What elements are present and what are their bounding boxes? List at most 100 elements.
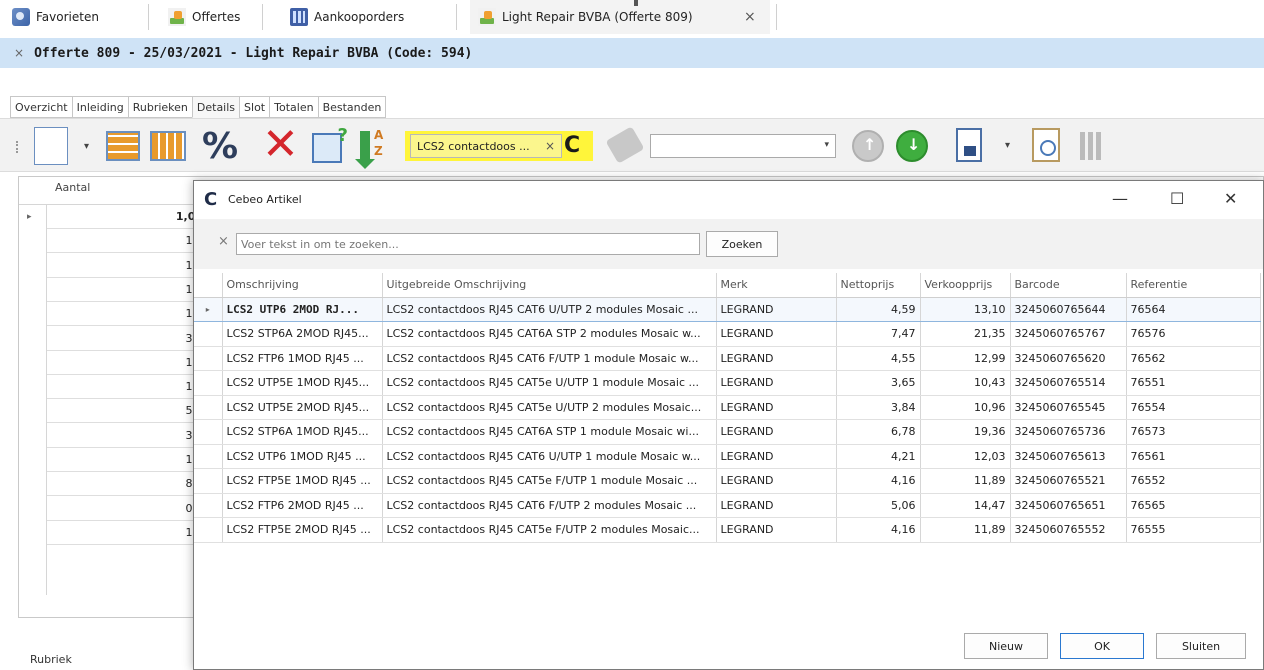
tab-overzicht[interactable]: Overzicht [10, 96, 72, 118]
referentie-cell[interactable]: 76565 [1126, 493, 1261, 518]
referentie-cell[interactable]: 76554 [1126, 395, 1261, 420]
table-row[interactable]: 1,0 [47, 302, 207, 327]
omschrijving-cell[interactable]: LCS2 UTP5E 2MOD RJ45... [222, 395, 383, 420]
column-header-verkoopprijs[interactable]: Verkoopprijs [920, 273, 1011, 298]
uitgebreide-omschrijving-cell[interactable]: LCS2 contactdoos RJ45 CAT6A STP 1 module… [382, 419, 717, 445]
merk-cell[interactable]: LEGRAND [716, 395, 837, 420]
table-row[interactable]: 8,0 [47, 472, 207, 497]
tab-details[interactable]: Details [191, 96, 240, 118]
barcode-cell[interactable]: 3245060765613 [1010, 444, 1127, 469]
merk-cell[interactable]: LEGRAND [716, 517, 837, 543]
discount-percent-button[interactable]: % [202, 127, 238, 167]
omschrijving-cell[interactable]: LCS2 FTP6 2MOD RJ45 ... [222, 493, 383, 518]
close-button[interactable]: Sluiten [1156, 633, 1246, 659]
preview-button[interactable] [1032, 128, 1060, 162]
uitgebreide-omschrijving-cell[interactable]: LCS2 contactdoos RJ45 CAT5e F/UTP 1 modu… [382, 468, 717, 494]
uitgebreide-omschrijving-cell[interactable]: LCS2 contactdoos RJ45 CAT6A STP 2 module… [382, 321, 717, 347]
tab-rubrieken[interactable]: Rubrieken [127, 96, 192, 118]
sort-az-button[interactable]: AZ [355, 127, 390, 169]
merk-cell[interactable]: LEGRAND [716, 296, 837, 322]
nettoprijs-cell[interactable]: 4,21 [836, 444, 921, 469]
omschrijving-cell[interactable]: LCS2 UTP5E 1MOD RJ45... [222, 370, 383, 396]
tab-inleiding[interactable]: Inleiding [71, 96, 128, 118]
uitgebreide-omschrijving-cell[interactable]: LCS2 contactdoos RJ45 CAT5e U/UTP 1 modu… [382, 370, 717, 396]
merk-cell[interactable]: LEGRAND [716, 444, 837, 469]
merk-cell[interactable]: LEGRAND [716, 468, 837, 494]
uitgebreide-omschrijving-cell[interactable]: LCS2 contactdoos RJ45 CAT6 F/UTP 1 modul… [382, 346, 717, 371]
table-row[interactable]: LCS2 FTP5E 2MOD RJ45 ... LCS2 contactdoos… [194, 517, 1261, 543]
table-row[interactable]: LCS2 UTP5E 1MOD RJ45... LCS2 contactdoos … [194, 370, 1261, 396]
new-line-button[interactable] [34, 127, 68, 165]
minimize-button[interactable]: — [1112, 189, 1128, 208]
toolbar-grip[interactable] [16, 141, 20, 153]
referentie-cell[interactable]: 76576 [1126, 321, 1261, 347]
omschrijving-cell[interactable]: LCS2 STP6A 1MOD RJ45... [222, 419, 383, 445]
tab-totalen[interactable]: Totalen [269, 96, 318, 118]
referentie-cell[interactable]: 76573 [1126, 419, 1261, 445]
omschrijving-cell[interactable]: LCS2 FTP5E 2MOD RJ45 ... [222, 517, 383, 543]
close-dialog-button[interactable]: ✕ [1224, 189, 1237, 208]
tab-aankooporders[interactable]: Aankooporders [282, 0, 442, 34]
column-header-merk[interactable]: Merk [716, 273, 837, 298]
column-header-aantal[interactable]: Aantal [55, 181, 90, 194]
tab-favorieten[interactable]: Favorieten [4, 0, 144, 34]
cebeo-search-button[interactable]: C [564, 134, 580, 158]
table-row[interactable]: 3,0 [47, 327, 207, 351]
merk-cell[interactable]: LEGRAND [716, 321, 837, 347]
dialog-search-input[interactable] [236, 233, 700, 255]
nettoprijs-cell[interactable]: 3,84 [836, 395, 921, 420]
uitgebreide-omschrijving-cell[interactable]: LCS2 contactdoos RJ45 CAT6 U/UTP 2 modul… [382, 296, 717, 322]
toolbar-combobox[interactable]: ▾ [650, 134, 836, 158]
move-down-button[interactable] [896, 130, 928, 162]
table-row[interactable]: 5,0 [47, 399, 207, 424]
search-button[interactable]: Zoeken [706, 231, 778, 257]
table-row[interactable]: ▸ LCS2 UTP6 2MOD RJ... LCS2 contactdoos RJ… [194, 296, 1261, 322]
verkoopprijs-cell[interactable]: 13,10 [920, 296, 1011, 322]
referentie-cell[interactable]: 76561 [1126, 444, 1261, 469]
barcode-cell[interactable]: 3245060765736 [1010, 419, 1127, 445]
verkoopprijs-cell[interactable]: 19,36 [920, 419, 1011, 445]
nettoprijs-cell[interactable]: 4,59 [836, 296, 921, 322]
tab-bestanden[interactable]: Bestanden [317, 96, 387, 118]
new-button[interactable]: Nieuw [964, 633, 1048, 659]
save-dropdown-icon[interactable]: ▾ [1005, 140, 1010, 151]
close-tab-icon[interactable]: × [744, 9, 756, 25]
merk-cell[interactable]: LEGRAND [716, 370, 837, 396]
referentie-cell[interactable]: 76562 [1126, 346, 1261, 371]
referentie-cell[interactable]: 76552 [1126, 468, 1261, 494]
article-search-field[interactable]: LCS2 contactdoos ... × [410, 134, 562, 158]
verkoopprijs-cell[interactable]: 10,43 [920, 370, 1011, 396]
column-header-uitgebreide-omschrijving[interactable]: Uitgebreide Omschrijving [382, 273, 717, 298]
merk-cell[interactable]: LEGRAND [716, 346, 837, 371]
calculator-help-button[interactable] [312, 125, 348, 163]
delete-button[interactable]: ✕ [262, 123, 299, 167]
barcode-cell[interactable]: 3245060765545 [1010, 395, 1127, 420]
nettoprijs-cell[interactable]: 4,55 [836, 346, 921, 371]
tab-offertes[interactable]: Offertes [160, 0, 260, 34]
verkoopprijs-cell[interactable]: 11,89 [920, 517, 1011, 543]
table-row[interactable]: LCS2 UTP6 1MOD RJ45 ... LCS2 contactdoos … [194, 444, 1261, 469]
barcode-cell[interactable]: 3245060765644 [1010, 296, 1127, 322]
column-header-nettoprijs[interactable]: Nettoprijs [836, 273, 921, 298]
tab-slot[interactable]: Slot [239, 96, 270, 118]
move-up-button[interactable] [852, 130, 884, 162]
table-row[interactable]: 1,0 [47, 229, 207, 254]
verkoopprijs-cell[interactable]: 12,99 [920, 346, 1011, 371]
barcode-cell[interactable]: 3245060765620 [1010, 346, 1127, 371]
table-row[interactable]: 0,5 [47, 497, 207, 521]
table-row[interactable]: 1,0 [47, 254, 207, 278]
barcode-cell[interactable]: 3245060765767 [1010, 321, 1127, 347]
column-header-referentie[interactable]: Referentie [1126, 273, 1261, 298]
table-row[interactable]: LCS2 STP6A 1MOD RJ45... LCS2 contactdoos … [194, 419, 1261, 445]
nettoprijs-cell[interactable]: 6,78 [836, 419, 921, 445]
table-row[interactable]: LCS2 STP6A 2MOD RJ45... LCS2 contactdoos … [194, 321, 1261, 347]
table-row[interactable]: 1,0 [47, 521, 207, 545]
nettoprijs-cell[interactable]: 4,16 [836, 517, 921, 543]
referentie-cell[interactable]: 76555 [1126, 517, 1261, 543]
tab-light-repair-offerte[interactable]: Light Repair BVBA (Offerte 809) [470, 0, 770, 34]
barcode-cell[interactable]: 3245060765514 [1010, 370, 1127, 396]
table-row[interactable]: LCS2 FTP6 2MOD RJ45 ... LCS2 contactdoos … [194, 493, 1261, 518]
table-row[interactable]: LCS2 UTP5E 2MOD RJ45... LCS2 contactdoos … [194, 395, 1261, 420]
save-document-button[interactable] [956, 128, 982, 162]
uitgebreide-omschrijving-cell[interactable]: LCS2 contactdoos RJ45 CAT6 U/UTP 1 modul… [382, 444, 717, 469]
